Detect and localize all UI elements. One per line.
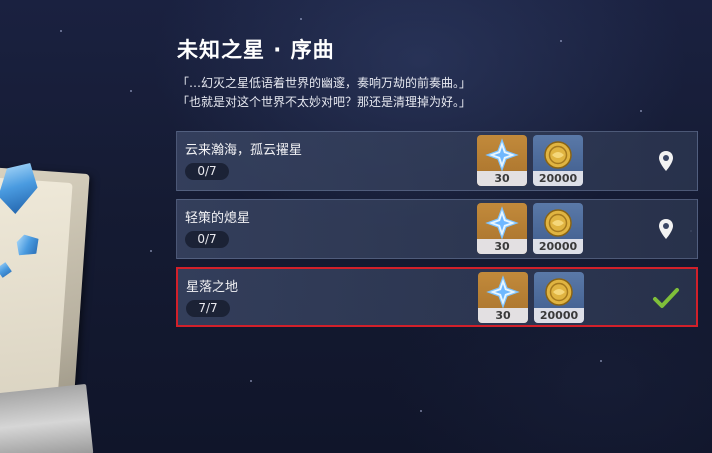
quest-progress-badge: 7/7 bbox=[186, 300, 230, 317]
event-title: 未知之星 · 序曲 bbox=[177, 38, 335, 62]
background-star bbox=[130, 90, 132, 92]
quest-row[interactable]: 云来瀚海，孤云擢星 0/7 30 20000 bbox=[176, 131, 698, 191]
map-pin-icon[interactable] bbox=[655, 217, 677, 241]
reward-mora[interactable]: 20000 bbox=[533, 203, 583, 254]
reward-count: 20000 bbox=[533, 171, 583, 186]
map-pin-icon[interactable] bbox=[655, 149, 677, 173]
quest-name: 轻策的熄星 bbox=[185, 211, 251, 226]
primogem-icon bbox=[485, 138, 519, 172]
mora-icon bbox=[545, 278, 573, 306]
event-quote: 「也就是对这个世界不太妙对吧？那还是清理掉为好。」 bbox=[177, 95, 472, 109]
decorative-book-illustration bbox=[0, 150, 110, 453]
background-star bbox=[150, 250, 152, 252]
primogem-icon bbox=[486, 275, 520, 309]
background-star bbox=[560, 40, 562, 42]
quest-progress-badge: 0/7 bbox=[185, 231, 229, 248]
reward-count: 30 bbox=[477, 171, 527, 186]
book-cloth bbox=[0, 383, 94, 453]
reward-primogem[interactable]: 30 bbox=[477, 203, 527, 254]
quest-row[interactable]: 星落之地 7/7 30 20000 bbox=[176, 267, 698, 327]
background-star bbox=[640, 110, 642, 112]
background-star bbox=[250, 380, 252, 382]
reward-count: 20000 bbox=[533, 239, 583, 254]
reward-count: 30 bbox=[477, 239, 527, 254]
mora-icon bbox=[544, 209, 572, 237]
reward-count: 30 bbox=[478, 308, 528, 323]
quest-progress-badge: 0/7 bbox=[185, 163, 229, 180]
reward-mora[interactable]: 20000 bbox=[534, 272, 584, 323]
quest-row[interactable]: 轻策的熄星 0/7 30 20000 bbox=[176, 199, 698, 259]
event-quote: 「…幻灭之星低语着世界的幽邃，奏响万劫的前奏曲。」 bbox=[177, 76, 472, 90]
background-star bbox=[420, 410, 422, 412]
quest-name: 云来瀚海，孤云擢星 bbox=[185, 143, 303, 158]
check-icon bbox=[652, 286, 680, 310]
reward-primogem[interactable]: 30 bbox=[478, 272, 528, 323]
quest-name: 星落之地 bbox=[186, 280, 239, 295]
event-screen: 未知之星 · 序曲 「…幻灭之星低语着世界的幽邃，奏响万劫的前奏曲。」 「也就是… bbox=[0, 0, 712, 453]
reward-primogem[interactable]: 30 bbox=[477, 135, 527, 186]
mora-icon bbox=[544, 141, 572, 169]
background-star bbox=[60, 30, 62, 32]
primogem-icon bbox=[485, 206, 519, 240]
background-star bbox=[300, 18, 302, 20]
background-star bbox=[600, 360, 602, 362]
reward-mora[interactable]: 20000 bbox=[533, 135, 583, 186]
reward-count: 20000 bbox=[534, 308, 584, 323]
